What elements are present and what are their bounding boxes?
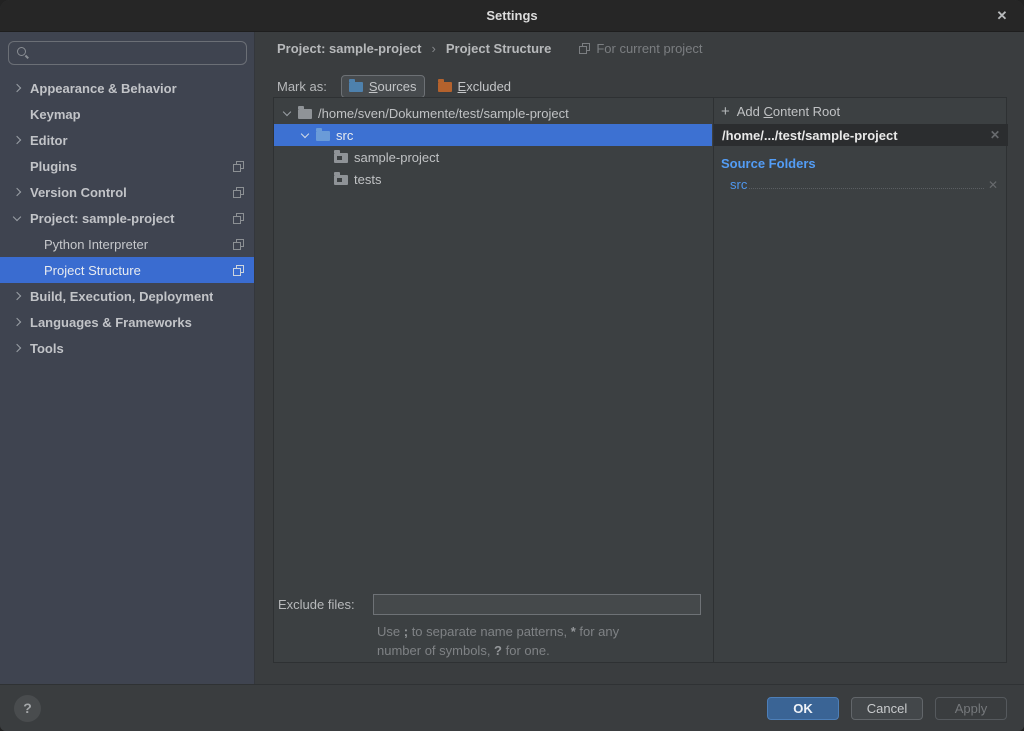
- content-tree-pane: /home/sven/Dokumente/test/sample-project…: [274, 98, 712, 662]
- sidebar-item-languages-frameworks[interactable]: Languages & Frameworks: [0, 309, 254, 335]
- settings-search[interactable]: [8, 41, 247, 65]
- project-settings-marker-icon: [233, 239, 244, 250]
- chevron-right-icon[interactable]: [13, 84, 21, 92]
- ok-button[interactable]: OK: [767, 697, 839, 720]
- scope-note: For current project: [579, 41, 702, 56]
- sidebar-item-keymap[interactable]: Keymap: [0, 101, 254, 127]
- sidebar-item-project-sample-project[interactable]: Project: sample-project: [0, 205, 254, 231]
- project-settings-marker-icon: [579, 43, 590, 54]
- close-icon[interactable]: ✕: [990, 0, 1014, 32]
- search-icon: [17, 47, 29, 59]
- content-tree: /home/sven/Dokumente/test/sample-project…: [274, 98, 712, 190]
- sidebar-item-project-structure[interactable]: Project Structure: [0, 257, 254, 283]
- apply-button[interactable]: Apply: [935, 697, 1007, 720]
- chevron-down-icon[interactable]: [301, 129, 309, 137]
- exclude-files-section: Exclude files: Use ; to separate name pa…: [274, 594, 712, 660]
- project-settings-marker-icon: [233, 213, 244, 224]
- folder-icon: [334, 175, 348, 185]
- source-folder-entry[interactable]: src ✕: [730, 177, 998, 194]
- search-input[interactable]: [35, 46, 246, 61]
- sources-folder-icon: [349, 82, 363, 92]
- settings-sidebar: Appearance & Behavior Keymap Editor Plug…: [0, 32, 255, 684]
- breadcrumb-separator: ›: [432, 41, 436, 56]
- breadcrumb-project[interactable]: Project: sample-project: [277, 41, 422, 56]
- chevron-right-icon[interactable]: [13, 188, 21, 196]
- settings-menu: Appearance & Behavior Keymap Editor Plug…: [0, 75, 254, 361]
- project-settings-marker-icon: [233, 161, 244, 172]
- remove-content-root-icon[interactable]: ✕: [990, 128, 1000, 142]
- chevron-down-icon[interactable]: [13, 212, 21, 220]
- project-settings-marker-icon: [233, 187, 244, 198]
- sidebar-item-appearance-behavior[interactable]: Appearance & Behavior: [0, 75, 254, 101]
- project-settings-marker-icon: [233, 265, 244, 276]
- tree-row-tests[interactable]: tests: [274, 168, 712, 190]
- mark-as-toolbar: Mark as: Sources Excluded: [277, 73, 518, 99]
- chevron-right-icon[interactable]: [13, 292, 21, 300]
- dialog-title: Settings: [486, 8, 537, 23]
- breadcrumb-page: Project Structure: [446, 41, 551, 56]
- mark-sources-button[interactable]: Sources: [341, 75, 425, 98]
- content-root-header[interactable]: /home/.../test/sample-project ✕: [714, 124, 1008, 146]
- tree-row-src[interactable]: src: [274, 124, 712, 146]
- project-structure-panel: /home/sven/Dokumente/test/sample-project…: [273, 97, 1007, 663]
- exclude-files-input[interactable]: [373, 594, 701, 615]
- chevron-right-icon[interactable]: [13, 344, 21, 352]
- sidebar-item-python-interpreter[interactable]: Python Interpreter: [0, 231, 254, 257]
- title-bar: Settings ✕: [0, 0, 1024, 32]
- source-folder-link[interactable]: src: [730, 177, 747, 192]
- source-folder-icon: [316, 131, 330, 141]
- dotted-leader: [749, 188, 984, 189]
- exclude-files-label: Exclude files:: [278, 597, 373, 612]
- tree-row-content-root[interactable]: /home/sven/Dokumente/test/sample-project: [274, 102, 712, 124]
- chevron-right-icon[interactable]: [13, 136, 21, 144]
- settings-dialog: Settings ✕ Appearance & Behavior Keymap …: [0, 0, 1024, 731]
- mark-as-label: Mark as:: [277, 79, 327, 94]
- cancel-button[interactable]: Cancel: [851, 697, 923, 720]
- breadcrumb: Project: sample-project › Project Struct…: [277, 38, 703, 58]
- sidebar-item-version-control[interactable]: Version Control: [0, 179, 254, 205]
- dialog-footer: ? OK Cancel Apply: [0, 684, 1024, 731]
- chevron-right-icon[interactable]: [13, 318, 21, 326]
- sidebar-item-build-execution-deployment[interactable]: Build, Execution, Deployment: [0, 283, 254, 309]
- chevron-down-icon[interactable]: [283, 107, 291, 115]
- source-folders-title: Source Folders: [721, 156, 1008, 171]
- exclude-files-hint: Use ; to separate name patterns, * for a…: [377, 622, 712, 660]
- excluded-folder-icon: [438, 82, 452, 92]
- help-button[interactable]: ?: [14, 695, 41, 722]
- tree-row-sample-project[interactable]: sample-project: [274, 146, 712, 168]
- folder-icon: [298, 109, 312, 119]
- mark-excluded-button[interactable]: Excluded: [431, 76, 518, 97]
- sidebar-item-editor[interactable]: Editor: [0, 127, 254, 153]
- content-root-pane: + Add Content Root /home/.../test/sample…: [713, 98, 1008, 662]
- folder-icon: [334, 153, 348, 163]
- add-content-root-button[interactable]: + Add Content Root: [714, 98, 1008, 124]
- sidebar-item-tools[interactable]: Tools: [0, 335, 254, 361]
- remove-source-folder-icon[interactable]: ✕: [988, 178, 998, 192]
- plus-icon: +: [721, 104, 730, 119]
- sidebar-item-plugins[interactable]: Plugins: [0, 153, 254, 179]
